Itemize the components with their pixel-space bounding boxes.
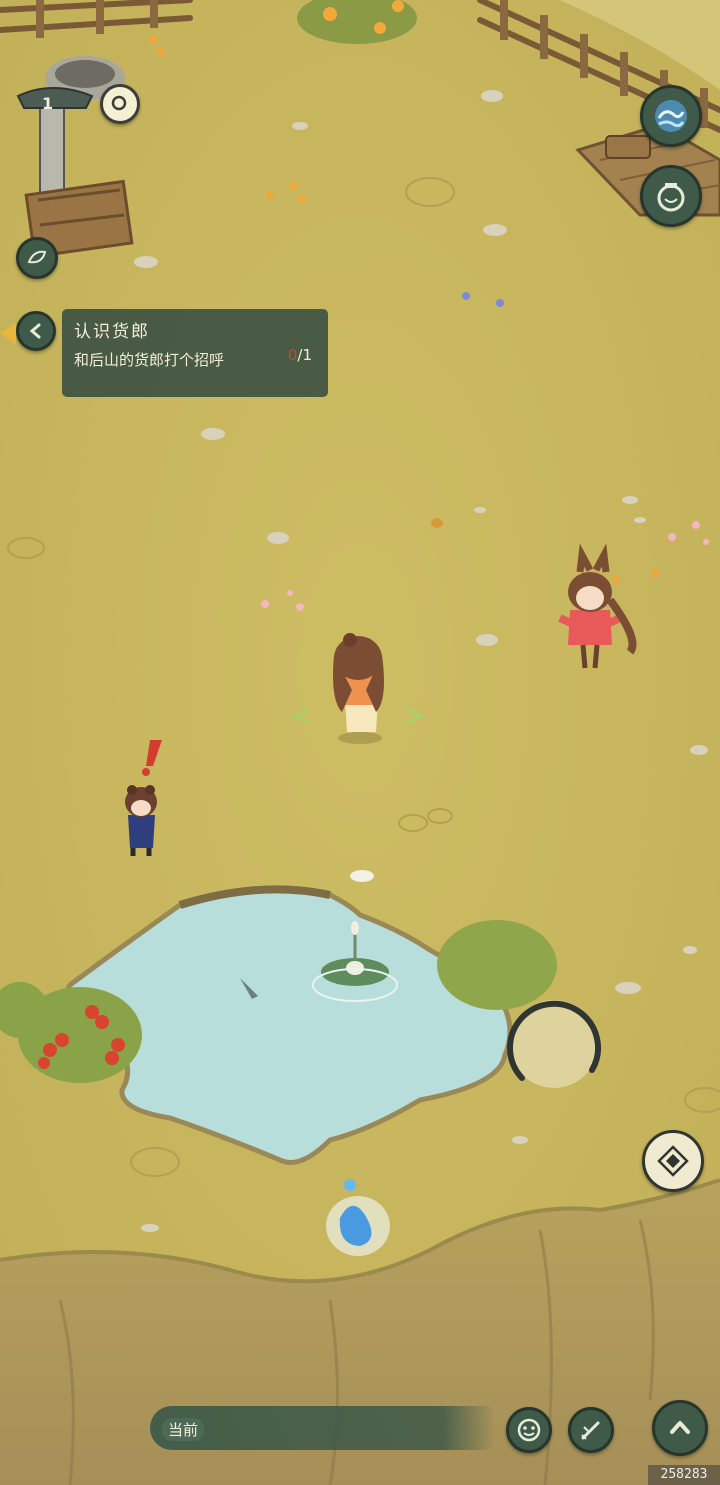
interact-button[interactable] <box>642 1130 704 1192</box>
chat-channel-label[interactable]: 当前 <box>162 1418 205 1441</box>
quest-panel[interactable]: 认识货郎 和后山的货郎打个招呼 0/1 <box>62 309 328 397</box>
player-level: 1 <box>42 94 54 113</box>
jar-icon <box>657 183 685 212</box>
quest-description: 和后山的货郎打个招呼 <box>74 351 225 369</box>
wave-icon <box>655 100 687 132</box>
quest-progress-total: /1 <box>297 346 312 364</box>
back-arrow-icon <box>29 323 41 339</box>
magnifier-icon <box>111 95 127 111</box>
quest-title: 认识货郎 <box>74 322 150 342</box>
game-world[interactable] <box>0 0 720 1485</box>
player-id: 258283 <box>648 1465 720 1485</box>
quest-progress-current: 0 <box>287 346 298 364</box>
quest-collapse-button[interactable] <box>16 311 56 351</box>
joystick-ring-icon <box>507 1000 601 1088</box>
chat-bar[interactable]: 当前 <box>150 1406 495 1450</box>
jar-inventory-button[interactable] <box>640 165 702 227</box>
quill-icon <box>581 1421 600 1440</box>
quest-pointer-icon <box>0 323 16 345</box>
leaf-icon <box>27 250 47 264</box>
emote-icon <box>517 1418 541 1442</box>
quest-progress: 0/1 <box>288 346 312 364</box>
leaf-menu-button[interactable] <box>16 237 58 279</box>
map-lens-button[interactable] <box>100 84 140 124</box>
expand-menu-button[interactable] <box>652 1400 708 1456</box>
emote-button[interactable] <box>506 1407 552 1453</box>
expand-up-icon <box>670 1421 690 1434</box>
quest-tracker[interactable]: 认识货郎 和后山的货郎打个招呼 0/1 <box>0 305 330 400</box>
level-pillar: 1 <box>16 82 86 113</box>
joystick[interactable] <box>502 992 606 1096</box>
wave-skill-button[interactable] <box>640 85 702 147</box>
write-button[interactable] <box>568 1407 614 1453</box>
compass-icon <box>657 1145 689 1177</box>
